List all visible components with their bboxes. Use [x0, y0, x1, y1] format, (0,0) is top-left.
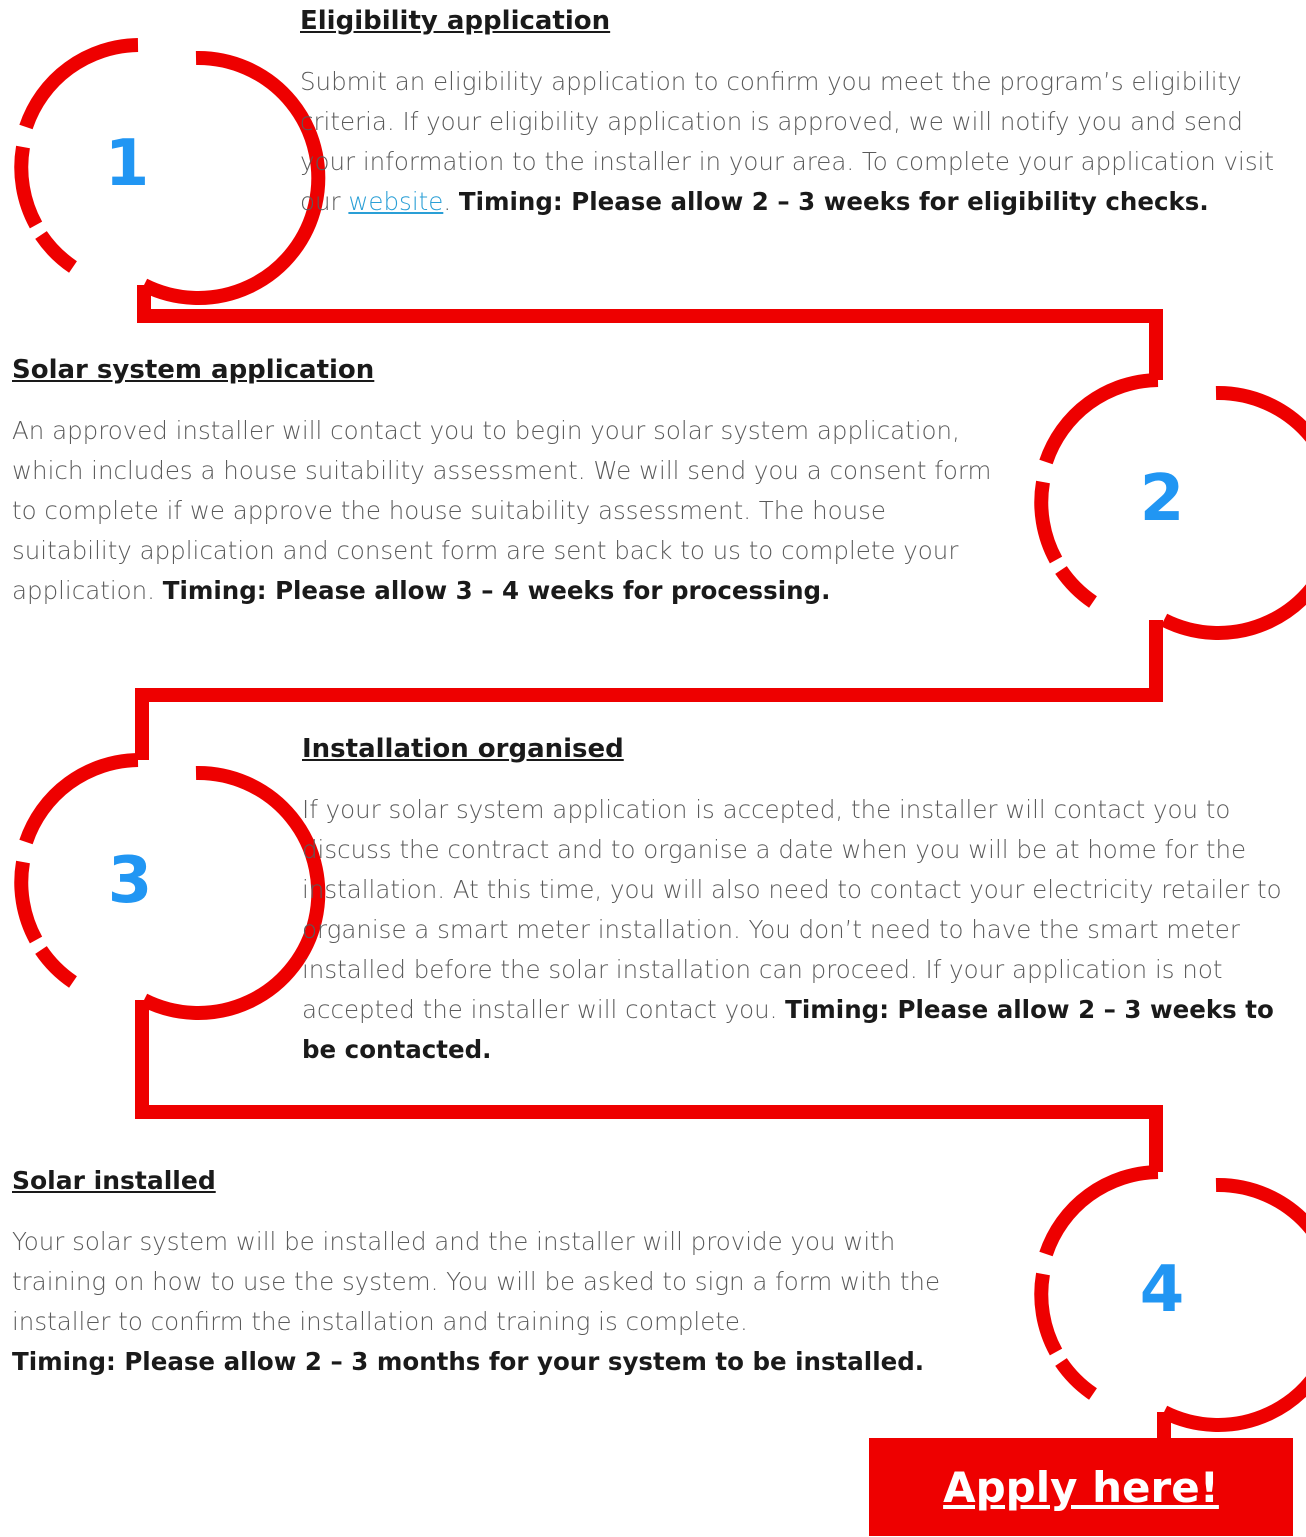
- step-1-ring-arc-left: [14, 145, 43, 229]
- step-2-ring-arc-left: [1034, 480, 1063, 564]
- step-1-block: Eligibility application Submit an eligib…: [300, 4, 1300, 222]
- step-4-body-text: Your solar system will be installed and …: [12, 1227, 941, 1336]
- step-1-body-text-after: .: [443, 187, 459, 216]
- step-2-ring-arc-top: [1039, 373, 1159, 465]
- step-3-ring-arc-top: [19, 753, 139, 845]
- step-4-title: Solar installed: [12, 1166, 216, 1195]
- step-2-body: An approved installer will contact you t…: [12, 411, 1012, 611]
- step-3-block: Installation organised If your solar sys…: [302, 732, 1287, 1070]
- step-3-body-text: If your solar system application is acce…: [302, 795, 1282, 1024]
- step-1-ring-arc-bottom-left: [35, 230, 78, 273]
- step-1-body: Submit an eligibility application to con…: [300, 62, 1300, 222]
- step-3-number: 3: [107, 844, 153, 918]
- step-4-number: 4: [1139, 1253, 1185, 1327]
- step-3-ring-arc-bottom-left: [35, 945, 78, 988]
- step-4-block: Solar installed Your solar system will b…: [12, 1164, 972, 1382]
- step-3-ring-arc-left: [14, 860, 43, 944]
- step-2-number: 2: [1139, 462, 1185, 536]
- step-4-ring-arc-bottom-left: [1055, 1357, 1098, 1400]
- step-3-ring-arc-right: [140, 765, 326, 1020]
- step-4-timing: Timing: Please allow 2 – 3 months for yo…: [12, 1347, 925, 1376]
- step-2-ring-arc-bottom-left: [1055, 565, 1098, 608]
- step-2-block: Solar system application An approved ins…: [12, 353, 1012, 611]
- step-4-body: Your solar system will be installed and …: [12, 1222, 972, 1382]
- apply-here-link[interactable]: Apply here!: [943, 1463, 1219, 1512]
- step-1-timing: Timing: Please allow 2 – 3 weeks for eli…: [458, 187, 1209, 216]
- step-3-body: If your solar system application is acce…: [302, 790, 1287, 1070]
- website-link[interactable]: website: [348, 187, 443, 216]
- step-4-ring-arc-top: [1039, 1165, 1159, 1257]
- step-1-ring-arc-right: [140, 50, 326, 305]
- step-2-timing: Timing: Please allow 3 – 4 weeks for pro…: [162, 576, 831, 605]
- apply-here-button[interactable]: Apply here!: [869, 1438, 1293, 1536]
- step-1-number: 1: [104, 127, 150, 201]
- step-4-ring-arc-left: [1034, 1272, 1063, 1356]
- step-2-title: Solar system application: [12, 355, 375, 385]
- step-3-title: Installation organised: [302, 734, 624, 764]
- step-1-title: Eligibility application: [300, 6, 611, 36]
- step-1-ring-arc-top: [19, 38, 139, 130]
